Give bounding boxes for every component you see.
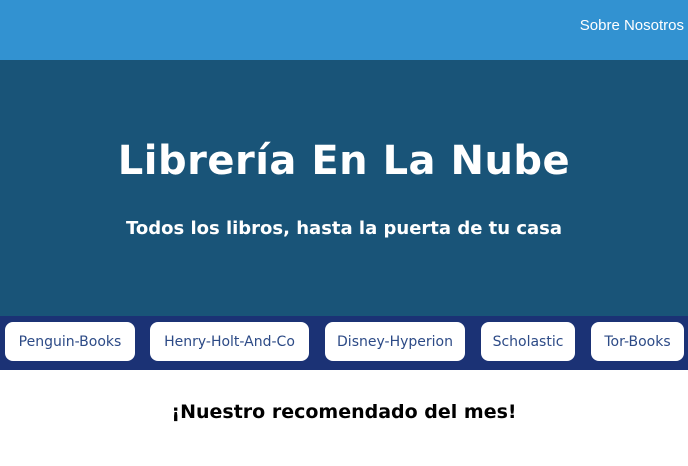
about-us-link[interactable]: Sobre Nosotros bbox=[580, 17, 684, 34]
publisher-filter-bar: Penguin-Books Henry-Holt-And-Co Disney-H… bbox=[0, 316, 688, 370]
publisher-button-tor-books[interactable]: Tor-Books bbox=[591, 322, 684, 361]
top-nav-bar: Sobre Nosotros bbox=[0, 0, 688, 60]
site-tagline: Todos los libros, hasta la puerta de tu … bbox=[125, 218, 563, 239]
publisher-button-henry-holt-and-co[interactable]: Henry-Holt-And-Co bbox=[150, 322, 309, 361]
publisher-button-scholastic[interactable]: Scholastic bbox=[481, 322, 575, 361]
publisher-button-penguin-books[interactable]: Penguin-Books bbox=[5, 322, 135, 361]
monthly-recommendation-heading: ¡Nuestro recomendado del mes! bbox=[171, 401, 517, 423]
publisher-button-disney-hyperion[interactable]: Disney-Hyperion bbox=[325, 322, 465, 361]
site-title: Librería En La Nube bbox=[117, 138, 571, 184]
hero-banner: Librería En La Nube Todos los libros, ha… bbox=[0, 60, 688, 316]
